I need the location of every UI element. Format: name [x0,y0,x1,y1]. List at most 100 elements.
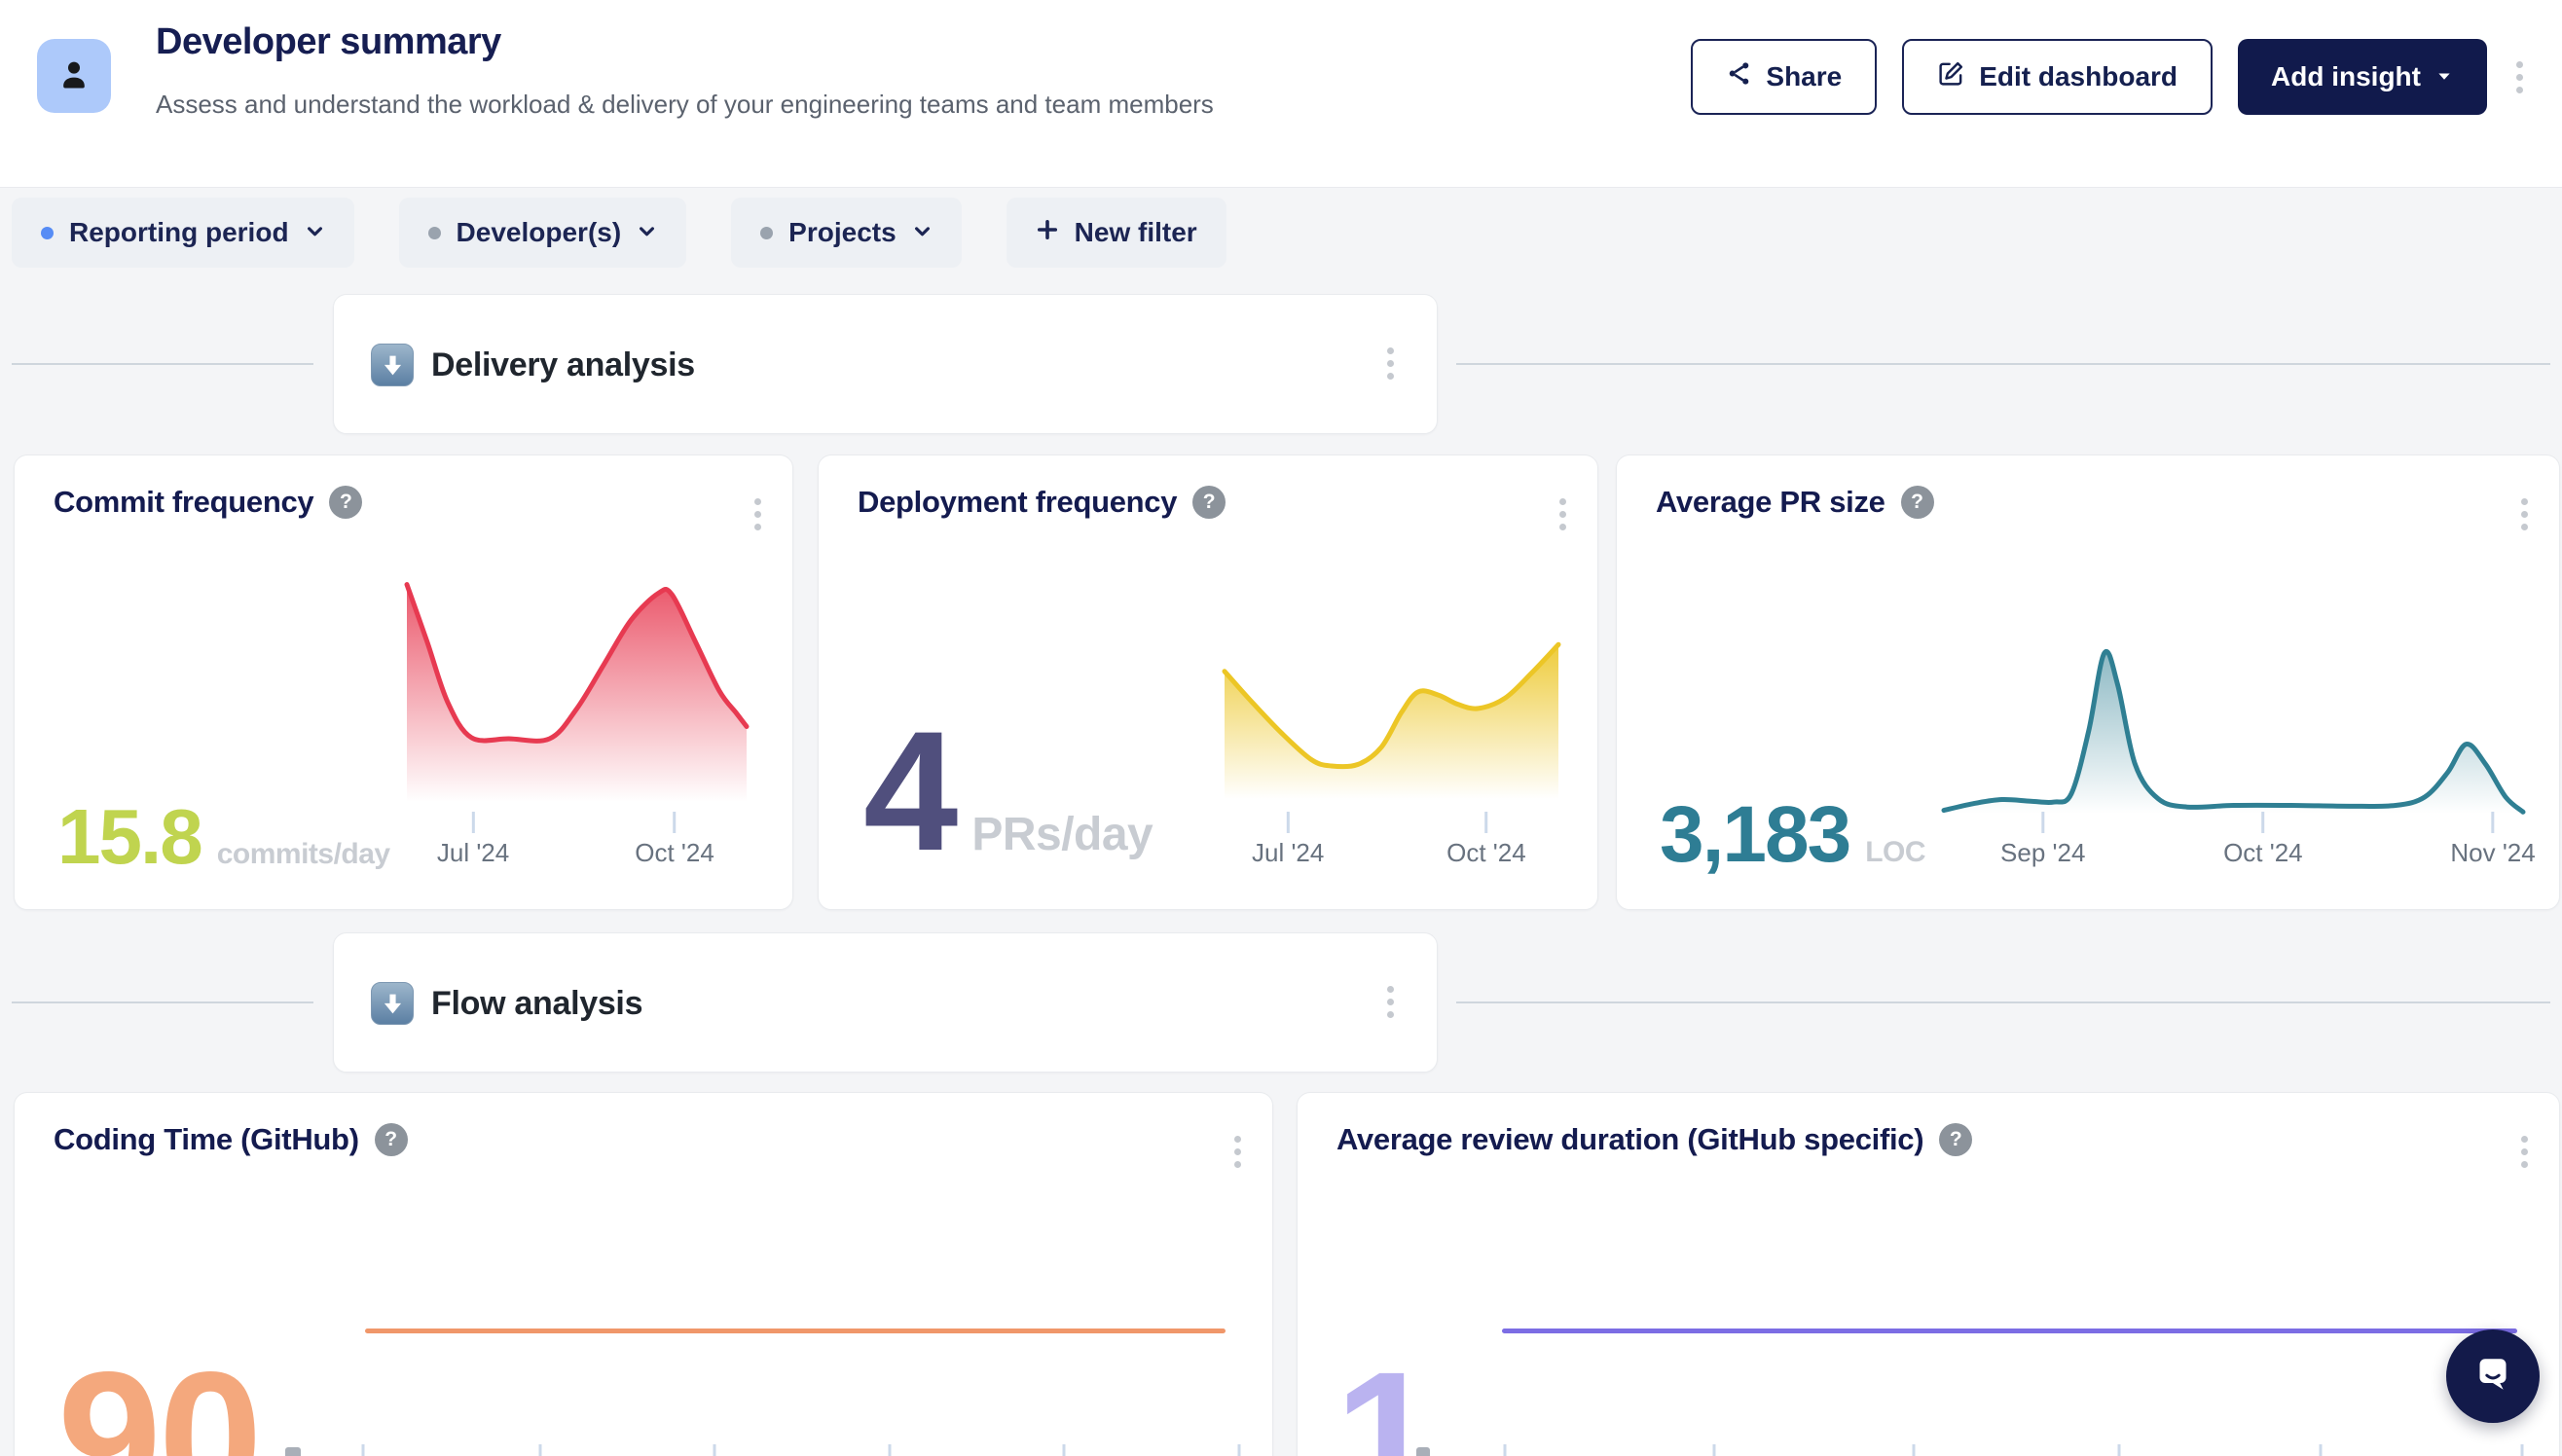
edit-dashboard-button[interactable]: Edit dashboard [1902,39,2213,115]
axis-tick [1503,1444,1506,1456]
metric-unit: LOC [1865,838,1925,867]
chevron-down-icon [305,217,325,248]
help-icon[interactable]: ? [375,1123,408,1156]
filter-inactive-dot [760,227,773,239]
review-duration-chart-line [1502,1329,2517,1333]
help-icon[interactable]: ? [1192,486,1226,519]
page-subtitle: Assess and understand the workload & del… [156,90,1214,120]
axis-tick [1237,1444,1240,1456]
x-axis: Jul '24Oct '24 [407,812,747,870]
average-pr-size-chart [1944,648,2523,814]
card-menu-button[interactable] [1556,494,1570,534]
card-menu-button[interactable] [2517,494,2532,534]
help-icon[interactable]: ? [329,486,362,519]
card-title: Average PR size [1656,485,1885,520]
metric-unit: commits/day [217,840,390,869]
divider [12,363,313,365]
header-actions: Share Edit dashboard Add insight [1691,39,2527,115]
new-filter-button[interactable]: New filter [1006,198,1226,268]
card-menu-button[interactable] [750,494,765,534]
commit-frequency-chart [407,580,747,802]
filter-inactive-dot [428,227,441,239]
commit-frequency-card: Commit frequency ? Jul '24Oct '24 15.8 c… [14,455,793,910]
metric-value: 4 [863,707,956,877]
plus-icon [1036,217,1059,248]
flow-analysis-section: Flow analysis [333,932,1438,1073]
caret-down-icon [2434,61,2454,92]
card-title: Average review duration (GitHub specific… [1336,1122,1923,1157]
axis-tick [1062,1444,1065,1456]
x-axis [1298,1444,2561,1456]
axis-tick [538,1444,541,1456]
down-arrow-emoji [371,344,414,386]
metric-value: 90 [57,1344,260,1456]
section-title: Flow analysis [431,985,642,1023]
dashboard-avatar [37,39,111,113]
axis-tick [889,1444,892,1456]
axis-tick [2320,1444,2323,1456]
metric-value: 1 [1335,1344,1436,1456]
metric-value: 15.8 [57,798,201,876]
filter-label: Developer(s) [457,217,622,248]
x-axis: Sep '24Oct '24Nov '24 [1944,812,2523,870]
section-header: Delivery analysis [371,344,695,386]
card-title: Coding Time (GitHub) [54,1122,359,1157]
filter-bar: Reporting period Developer(s) Projects N… [12,198,1226,268]
axis-tick: Jul '24 [437,812,509,868]
filter-label: Projects [788,217,897,248]
coding-time-card: Coding Time (GitHub) ? 90 [14,1092,1273,1456]
axis-tick: Jul '24 [1252,812,1324,868]
axis-tick: Oct '24 [2223,812,2303,868]
average-review-duration-card: Average review duration (GitHub specific… [1297,1092,2560,1456]
chevron-down-icon [912,217,933,248]
axis-tick [2117,1444,2120,1456]
add-insight-button[interactable]: Add insight [2238,39,2487,115]
edit-dashboard-label: Edit dashboard [1979,61,2178,92]
card-title: Deployment frequency [858,485,1177,520]
page-title: Developer summary [156,21,501,63]
average-pr-size-card: Average PR size ? Sep '24Oct '24Nov '24 … [1616,455,2560,910]
add-insight-label: Add insight [2271,61,2421,92]
header-menu-button[interactable] [2512,57,2527,97]
x-axis [15,1444,1274,1456]
section-header: Flow analysis [371,982,642,1025]
share-icon [1726,60,1752,93]
filter-developers[interactable]: Developer(s) [399,198,687,268]
developer-summary-dashboard: Developer summary Assess and understand … [0,0,2562,1456]
axis-tick [714,1444,716,1456]
section-menu-button[interactable] [1383,982,1398,1022]
filter-reporting-period[interactable]: Reporting period [12,198,354,268]
metric-value: 3,183 [1660,795,1849,875]
axis-tick [2520,1444,2523,1456]
section-menu-button[interactable] [1383,344,1398,383]
axis-tick: Nov '24 [2450,812,2535,868]
axis-tick [1913,1444,1916,1456]
deployment-frequency-card: Deployment frequency ? Jul '24Oct '24 4 … [818,455,1598,910]
axis-tick: Sep '24 [2000,812,2085,868]
coding-time-chart-line [365,1329,1226,1333]
axis-tick [1713,1444,1716,1456]
person-icon [55,55,93,98]
card-title: Commit frequency [54,485,313,520]
help-icon[interactable]: ? [1939,1123,1972,1156]
new-filter-label: New filter [1075,217,1197,248]
x-axis: Jul '24 Oct '24 [1225,812,1558,870]
filter-active-dot [41,227,54,239]
down-arrow-emoji [371,982,414,1025]
help-icon[interactable]: ? [1901,486,1934,519]
page-header: Developer summary Assess and understand … [0,0,2562,188]
deployment-frequency-chart [1225,641,1558,799]
axis-tick [362,1444,365,1456]
chat-bubble-icon [2467,1348,2519,1405]
share-label: Share [1766,61,1842,92]
edit-icon [1937,59,1965,94]
axis-tick: Oct '24 [1446,812,1526,868]
metric-unit: PRs/day [971,812,1153,858]
filter-projects[interactable]: Projects [731,198,962,268]
share-button[interactable]: Share [1691,39,1877,115]
card-menu-button[interactable] [2517,1132,2532,1172]
section-title: Delivery analysis [431,346,695,384]
filter-label: Reporting period [69,217,289,248]
chat-widget-button[interactable] [2446,1329,2540,1423]
card-menu-button[interactable] [1230,1132,1245,1172]
